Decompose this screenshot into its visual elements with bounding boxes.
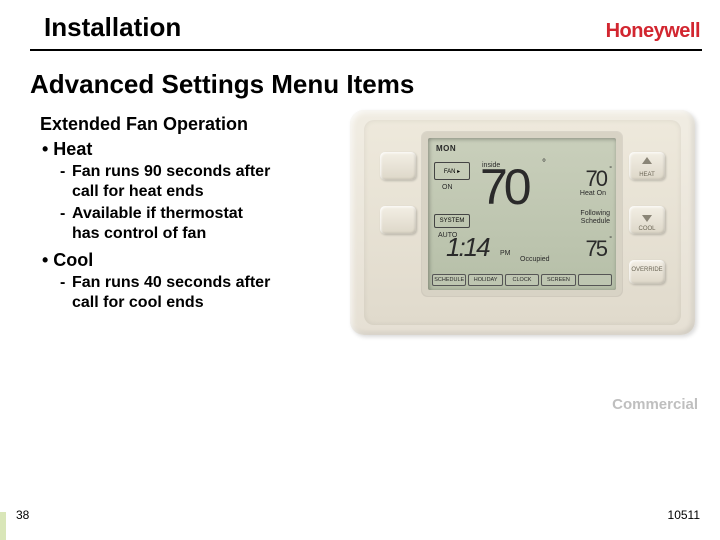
- chevron-down-icon: [642, 215, 652, 222]
- chevron-up-icon: [642, 157, 652, 164]
- section-title: Advanced Settings Menu Items: [0, 51, 720, 110]
- override-label: OVERRIDE: [629, 267, 665, 273]
- lcd-system-box: SYSTEM: [434, 214, 470, 228]
- degree-icon: °: [609, 236, 612, 243]
- text: Fan runs 90 seconds after: [72, 163, 270, 180]
- subheading: Extended Fan Operation: [40, 114, 350, 135]
- text: Fan runs 40 seconds after: [72, 274, 270, 291]
- lcd-btn-holiday: HOLIDAY: [468, 274, 502, 286]
- lcd-occupied: Occupied: [520, 256, 550, 263]
- lcd-following: Following Schedule: [560, 210, 610, 225]
- left-accent: [0, 512, 6, 540]
- commercial-label: Commercial: [612, 396, 698, 413]
- text: call for cool ends: [72, 293, 350, 313]
- page-number: 38: [16, 508, 29, 522]
- heat-sub-2: Available if thermostat has control of f…: [60, 204, 350, 244]
- degree-icon: °: [542, 158, 546, 169]
- lcd-fan-mode: ON: [442, 184, 453, 191]
- lcd-heat-sublabel: Heat On: [580, 190, 606, 197]
- lcd-btn-clock: CLOCK: [505, 274, 539, 286]
- text: has control of fan: [72, 224, 350, 244]
- override-button: OVERRIDE: [629, 260, 665, 284]
- lcd-bottom-row: SCHEDULE HOLIDAY CLOCK SCREEN: [432, 274, 612, 286]
- heat-sub-1: Fan runs 90 seconds after call for heat …: [60, 162, 350, 202]
- bullet-heat: • Heat: [42, 139, 350, 160]
- fan-button: [380, 152, 416, 180]
- header-title: Installation: [44, 12, 181, 43]
- lcd-inside-temp: 70: [480, 158, 528, 216]
- lcd-cool-setpoint: 75: [586, 236, 606, 262]
- lcd-screen: MON FAN ▸ ON SYSTEM AUTO inside 70 ° 70 …: [428, 138, 616, 290]
- heat-label: HEAT: [629, 172, 665, 178]
- lcd-btn-blank: [578, 274, 612, 286]
- lcd-ampm: PM: [500, 250, 511, 257]
- bullet-cool: • Cool: [42, 250, 350, 271]
- text: call for heat ends: [72, 182, 350, 202]
- cool-down-button: COOL: [629, 206, 665, 234]
- lcd-day: MON: [436, 144, 456, 153]
- text: Available if thermostat: [72, 205, 243, 222]
- lcd-fan-box: FAN ▸: [434, 162, 470, 180]
- thermostat-image: HEAT COOL OVERRIDE MON FAN ▸ ON SYSTEM A…: [350, 110, 695, 335]
- lcd-btn-screen: SCREEN: [541, 274, 575, 286]
- cool-sub-1: Fan runs 40 seconds after call for cool …: [60, 273, 350, 313]
- lcd-btn-schedule: SCHEDULE: [432, 274, 466, 286]
- system-button: [380, 206, 416, 234]
- lcd-time: 1:14: [446, 232, 489, 263]
- brand-logo: Honeywell: [606, 20, 700, 43]
- heat-up-button: HEAT: [629, 152, 665, 180]
- cool-label: COOL: [629, 226, 665, 232]
- lcd-heat-setpoint: 70: [586, 166, 606, 192]
- degree-icon: °: [609, 166, 612, 173]
- doc-id: 10511: [668, 508, 700, 522]
